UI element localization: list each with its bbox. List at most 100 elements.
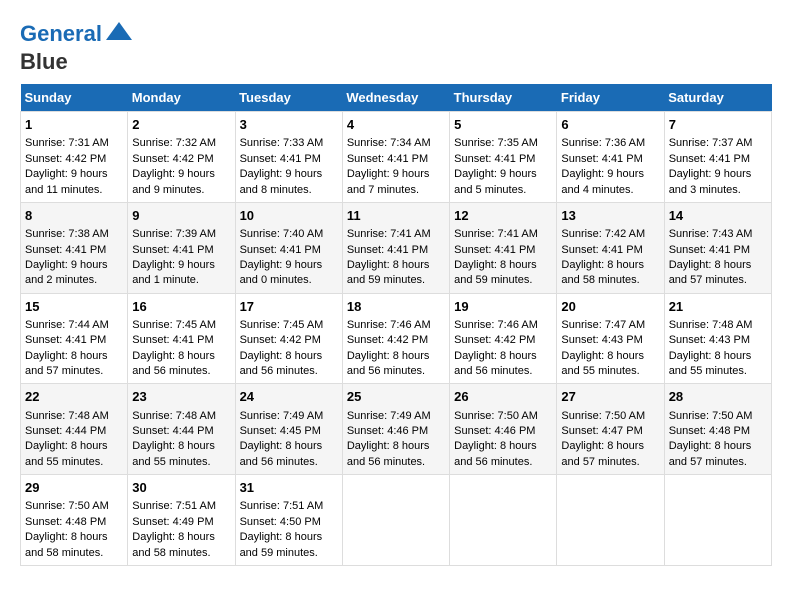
sunrise: Sunrise: 7:44 AM bbox=[25, 319, 109, 331]
sunrise: Sunrise: 7:33 AM bbox=[240, 137, 324, 149]
daylight: Daylight: 8 hours and 57 minutes. bbox=[669, 440, 752, 467]
calendar-table: SundayMondayTuesdayWednesdayThursdayFrid… bbox=[20, 84, 772, 566]
daylight: Daylight: 8 hours and 55 minutes. bbox=[669, 350, 752, 377]
logo-text: GeneralBlue bbox=[20, 20, 134, 74]
sunrise: Sunrise: 7:49 AM bbox=[347, 410, 431, 422]
sunrise: Sunrise: 7:46 AM bbox=[454, 319, 538, 331]
week-row-1: 1Sunrise: 7:31 AMSunset: 4:42 PMDaylight… bbox=[21, 112, 772, 203]
calendar-cell: 30Sunrise: 7:51 AMSunset: 4:49 PMDayligh… bbox=[128, 475, 235, 566]
calendar-cell: 28Sunrise: 7:50 AMSunset: 4:48 PMDayligh… bbox=[664, 384, 771, 475]
calendar-cell: 4Sunrise: 7:34 AMSunset: 4:41 PMDaylight… bbox=[342, 112, 449, 203]
day-number: 14 bbox=[669, 207, 767, 225]
sunset: Sunset: 4:41 PM bbox=[132, 244, 213, 256]
calendar-cell: 15Sunrise: 7:44 AMSunset: 4:41 PMDayligh… bbox=[21, 293, 128, 384]
header-friday: Friday bbox=[557, 84, 664, 112]
sunset: Sunset: 4:41 PM bbox=[132, 334, 213, 346]
sunset: Sunset: 4:49 PM bbox=[132, 516, 213, 528]
sunset: Sunset: 4:41 PM bbox=[454, 244, 535, 256]
calendar-cell: 8Sunrise: 7:38 AMSunset: 4:41 PMDaylight… bbox=[21, 202, 128, 293]
sunset: Sunset: 4:41 PM bbox=[561, 244, 642, 256]
calendar-cell: 14Sunrise: 7:43 AMSunset: 4:41 PMDayligh… bbox=[664, 202, 771, 293]
day-number: 25 bbox=[347, 388, 445, 406]
sunrise: Sunrise: 7:50 AM bbox=[454, 410, 538, 422]
daylight: Daylight: 9 hours and 0 minutes. bbox=[240, 259, 323, 286]
sunrise: Sunrise: 7:40 AM bbox=[240, 228, 324, 240]
day-number: 15 bbox=[25, 298, 123, 316]
daylight: Daylight: 8 hours and 59 minutes. bbox=[454, 259, 537, 286]
sunrise: Sunrise: 7:34 AM bbox=[347, 137, 431, 149]
calendar-cell bbox=[450, 475, 557, 566]
sunrise: Sunrise: 7:42 AM bbox=[561, 228, 645, 240]
daylight: Daylight: 8 hours and 55 minutes. bbox=[132, 440, 215, 467]
day-number: 27 bbox=[561, 388, 659, 406]
day-number: 11 bbox=[347, 207, 445, 225]
calendar-cell: 11Sunrise: 7:41 AMSunset: 4:41 PMDayligh… bbox=[342, 202, 449, 293]
sunrise: Sunrise: 7:48 AM bbox=[669, 319, 753, 331]
daylight: Daylight: 8 hours and 56 minutes. bbox=[454, 350, 537, 377]
week-row-2: 8Sunrise: 7:38 AMSunset: 4:41 PMDaylight… bbox=[21, 202, 772, 293]
calendar-cell: 31 Sunrise: 7:51 AM Sunset: 4:50 PM Dayligh… bbox=[235, 475, 342, 566]
day-number: 3 bbox=[240, 116, 338, 134]
week-row-5: 29Sunrise: 7:50 AMSunset: 4:48 PMDayligh… bbox=[21, 475, 772, 566]
day-number: 24 bbox=[240, 388, 338, 406]
day-number: 21 bbox=[669, 298, 767, 316]
sunset: Sunset: 4:48 PM bbox=[25, 516, 106, 528]
day-number: 9 bbox=[132, 207, 230, 225]
header-saturday: Saturday bbox=[664, 84, 771, 112]
sunrise: Sunrise: 7:39 AM bbox=[132, 228, 216, 240]
daylight: Daylight: 9 hours and 2 minutes. bbox=[25, 259, 108, 286]
calendar-cell: 16Sunrise: 7:45 AMSunset: 4:41 PMDayligh… bbox=[128, 293, 235, 384]
daylight: Daylight: 8 hours and 55 minutes. bbox=[25, 440, 108, 467]
daylight: Daylight: 8 hours and 58 minutes. bbox=[25, 531, 108, 558]
sunset: Sunset: 4:42 PM bbox=[25, 153, 106, 165]
daylight: Daylight: 8 hours and 56 minutes. bbox=[454, 440, 537, 467]
week-row-4: 22 Sunrise: 7:48 AM Sunset: 4:44 PM Dayligh… bbox=[21, 384, 772, 475]
sunrise: Sunrise: 7:37 AM bbox=[669, 137, 753, 149]
sunset: Sunset: 4:41 PM bbox=[347, 153, 428, 165]
daylight: Daylight: 8 hours and 59 minutes. bbox=[240, 531, 323, 558]
daylight: Daylight: 9 hours and 7 minutes. bbox=[347, 168, 430, 195]
sunset: Sunset: 4:41 PM bbox=[669, 244, 750, 256]
calendar-cell: 26Sunrise: 7:50 AMSunset: 4:46 PMDayligh… bbox=[450, 384, 557, 475]
sunset: Sunset: 4:50 PM bbox=[240, 516, 321, 528]
sunrise: Sunrise: 7:51 AM bbox=[240, 500, 324, 512]
sunrise: Sunrise: 7:38 AM bbox=[25, 228, 109, 240]
daylight: Daylight: 9 hours and 1 minute. bbox=[132, 259, 215, 286]
daylight: Daylight: 8 hours and 56 minutes. bbox=[240, 440, 323, 467]
day-number: 6 bbox=[561, 116, 659, 134]
calendar-cell: 3Sunrise: 7:33 AMSunset: 4:41 PMDaylight… bbox=[235, 112, 342, 203]
calendar-cell: 6Sunrise: 7:36 AMSunset: 4:41 PMDaylight… bbox=[557, 112, 664, 203]
day-number: 10 bbox=[240, 207, 338, 225]
sunset: Sunset: 4:41 PM bbox=[669, 153, 750, 165]
daylight: Daylight: 8 hours and 57 minutes. bbox=[669, 259, 752, 286]
sunset: Sunset: 4:42 PM bbox=[347, 334, 428, 346]
sunrise: Sunrise: 7:49 AM bbox=[240, 410, 324, 422]
header-thursday: Thursday bbox=[450, 84, 557, 112]
sunrise: Sunrise: 7:45 AM bbox=[240, 319, 324, 331]
day-number: 13 bbox=[561, 207, 659, 225]
daylight: Daylight: 9 hours and 11 minutes. bbox=[25, 168, 108, 195]
day-number: 22 bbox=[25, 388, 123, 406]
day-number: 30 bbox=[132, 479, 230, 497]
day-number: 20 bbox=[561, 298, 659, 316]
day-number: 5 bbox=[454, 116, 552, 134]
sunrise: Sunrise: 7:50 AM bbox=[25, 500, 109, 512]
day-number: 31 bbox=[240, 479, 338, 497]
calendar-cell bbox=[342, 475, 449, 566]
header-sunday: Sunday bbox=[21, 84, 128, 112]
calendar-cell: 21Sunrise: 7:48 AMSunset: 4:43 PMDayligh… bbox=[664, 293, 771, 384]
sunrise: Sunrise: 7:48 AM bbox=[25, 410, 109, 422]
sunrise: Sunrise: 7:45 AM bbox=[132, 319, 216, 331]
sunrise: Sunrise: 7:50 AM bbox=[669, 410, 753, 422]
calendar-cell: 18Sunrise: 7:46 AMSunset: 4:42 PMDayligh… bbox=[342, 293, 449, 384]
calendar-cell: 24Sunrise: 7:49 AMSunset: 4:45 PMDayligh… bbox=[235, 384, 342, 475]
sunrise: Sunrise: 7:46 AM bbox=[347, 319, 431, 331]
calendar-cell: 20Sunrise: 7:47 AMSunset: 4:43 PMDayligh… bbox=[557, 293, 664, 384]
logo: GeneralBlue bbox=[20, 20, 134, 74]
page-header: GeneralBlue bbox=[20, 20, 772, 74]
daylight: Daylight: 8 hours and 58 minutes. bbox=[561, 259, 644, 286]
sunset: Sunset: 4:47 PM bbox=[561, 425, 642, 437]
sunset: Sunset: 4:44 PM bbox=[132, 425, 213, 437]
day-number: 7 bbox=[669, 116, 767, 134]
calendar-cell: 17Sunrise: 7:45 AMSunset: 4:42 PMDayligh… bbox=[235, 293, 342, 384]
